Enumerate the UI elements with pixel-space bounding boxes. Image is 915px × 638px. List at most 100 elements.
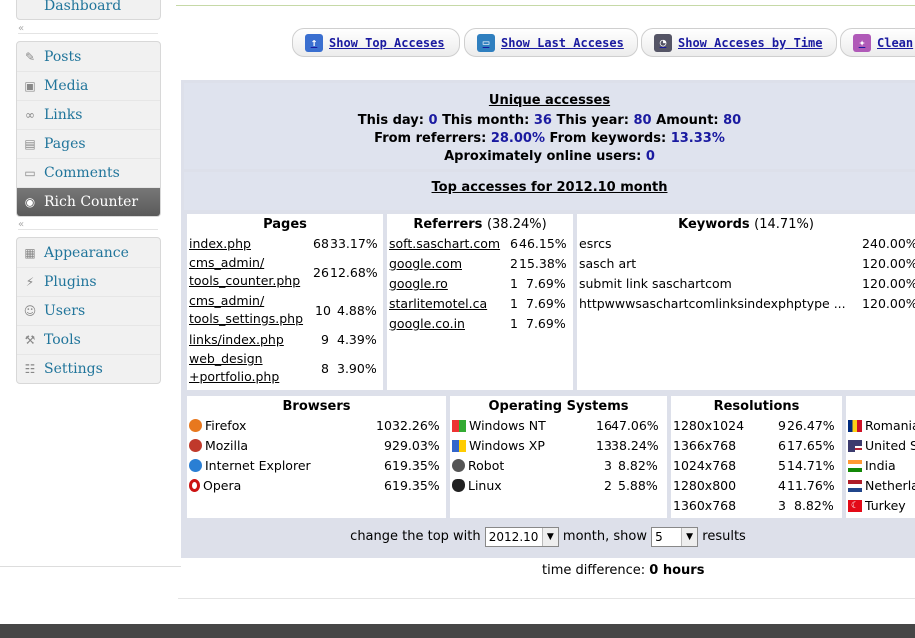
- clean-button[interactable]: ✦ Clean: [840, 28, 915, 57]
- table-row: web_design +portfolio.php 8 3.90%: [189, 351, 377, 384]
- sidebar-item-plugins[interactable]: ⚡ Plugins: [17, 267, 160, 296]
- collapse-arrow-icon[interactable]: «: [18, 220, 158, 230]
- sidebar-item-settings[interactable]: ☷ Settings: [17, 354, 160, 383]
- footer-bar: [0, 624, 915, 638]
- show-acceses-by-time-button[interactable]: ◔ Show Acceses by Time: [641, 28, 837, 57]
- monitor-icon: ▭: [477, 33, 495, 52]
- sidebar-item-dashboard[interactable]: Dashboard: [17, 0, 160, 19]
- windows-icon: [452, 419, 466, 432]
- india-flag: [848, 459, 862, 472]
- referrer-link[interactable]: google.co.in: [389, 316, 465, 331]
- sidebar-item-users[interactable]: ☺ Users: [17, 296, 160, 325]
- netherlands-flag: [848, 479, 862, 492]
- page-link[interactable]: web_design +portfolio.php: [189, 351, 279, 384]
- pages-table: Pages index.php 68 33.17% cms_admin/tools_…: [187, 214, 383, 390]
- sidebar-item-tools[interactable]: ⚒ Tools: [17, 325, 160, 354]
- windows-icon: [452, 439, 466, 452]
- dashboard-icon: [23, 0, 37, 13]
- content-menu-group: ✎ Posts ▣ Media ∞ Links ▤ Pages ▭ Comments ◉ R…: [16, 41, 161, 217]
- chevron-down-icon: ▼: [541, 527, 558, 546]
- rich-counter-icon: ◉: [24, 195, 36, 209]
- browsers-header: Browsers: [282, 399, 351, 414]
- os-header: Operating Systems: [488, 399, 629, 414]
- plugin-icon: ⚡: [25, 275, 35, 289]
- top-chart-icon: ↑: [305, 33, 323, 52]
- settings-icon: ☷: [24, 362, 36, 376]
- table-row: Windows NT 16 47.06%: [450, 416, 667, 436]
- table-row: Romania: [846, 416, 915, 436]
- unique-accesses-title: Unique accesses: [488, 93, 611, 108]
- opera-icon: [189, 479, 200, 492]
- sidebar-item-links[interactable]: ∞ Links: [17, 100, 160, 129]
- top-divider: [176, 5, 915, 6]
- admin-sidebar: Dashboard « ✎ Posts ▣ Media ∞ Links ▤ Pages …: [0, 0, 170, 566]
- results-count-select[interactable]: 5 ▼: [651, 526, 699, 547]
- firefox-icon: [189, 419, 202, 432]
- table-row: google.com 2 15.38%: [389, 256, 567, 271]
- chevron-down-icon: ▼: [681, 527, 698, 546]
- link-icon: ∞: [25, 108, 35, 122]
- table-row: cms_admin/tools_settings.php 10 4.88%: [189, 293, 377, 326]
- comment-icon: ▭: [24, 166, 36, 180]
- divider: [178, 598, 915, 599]
- ie-icon: [189, 459, 202, 472]
- table-row: Mozilla 9 29.03%: [187, 436, 446, 456]
- sidebar-item-media[interactable]: ▣ Media: [17, 71, 160, 100]
- statistics-panel: Unique accesses This day: 0 This month: …: [181, 80, 915, 558]
- sidebar-item-appearance[interactable]: ▦ Appearance: [17, 238, 160, 267]
- resolutions-header: Resolutions: [713, 399, 800, 414]
- sidebar-item-pages[interactable]: ▤ Pages: [17, 129, 160, 158]
- table-row: Windows XP 13 38.24%: [450, 436, 667, 456]
- linux-icon: [452, 479, 465, 492]
- unique-accesses-section: Unique accesses This day: 0 This month: …: [184, 83, 915, 169]
- referrer-link[interactable]: starlitemotel.ca: [389, 296, 487, 311]
- table-row: Firefox 10 32.26%: [187, 416, 446, 436]
- table-row: Opera 6 19.35%: [187, 476, 446, 496]
- table-row: Internet Explorer 6 19.35%: [187, 456, 446, 476]
- table-row: index.php 68 33.17%: [189, 236, 378, 251]
- online-users-line: Aproximately online users: 0: [444, 149, 655, 164]
- referrer-link[interactable]: soft.saschart.com: [389, 236, 500, 251]
- table-row: httpwwwsaschartcomlinksindexphptype ... 1…: [579, 296, 915, 311]
- keywords-table: Keywords (14.71%) esrcs 2 40.00% sasch art…: [577, 214, 915, 390]
- time-difference: time difference: 0 hours: [542, 563, 705, 578]
- table-row: 1024x768 5 14.71%: [673, 458, 835, 473]
- collapse-arrow-icon[interactable]: «: [18, 24, 158, 34]
- month-select[interactable]: 2012.10 ▼: [484, 526, 559, 547]
- page-link[interactable]: cms_admin/tools_settings.php: [189, 293, 303, 326]
- show-top-acceses-button[interactable]: ↑ Show Top Acceses: [292, 28, 460, 57]
- os-table: Operating Systems Windows NT 16 47.06% Win…: [450, 396, 667, 518]
- table-row: United S: [846, 436, 915, 456]
- sidebar-item-comments[interactable]: ▭ Comments: [17, 158, 160, 187]
- referrer-link[interactable]: google.ro: [389, 276, 448, 291]
- table-row: soft.saschart.com 6 46.15%: [389, 236, 567, 251]
- sidebar-item-posts[interactable]: ✎ Posts: [17, 42, 160, 71]
- pages-header: Pages: [263, 217, 307, 232]
- divider: [0, 566, 181, 567]
- sidebar-item-rich-counter[interactable]: ◉ Rich Counter: [17, 187, 160, 216]
- tools-icon: ⚒: [24, 333, 36, 347]
- referrers-table: Referrers (38.24%) soft.saschart.com 6 46.…: [387, 214, 573, 390]
- table-row: 1280x800 4 11.76%: [673, 478, 835, 493]
- referrers-header: Referrers (38.24%): [413, 217, 547, 232]
- pin-icon: ✎: [24, 49, 36, 64]
- usa-flag: [848, 439, 862, 452]
- media-icon: ▣: [24, 79, 36, 93]
- table-row: google.co.in 1 7.69%: [389, 316, 566, 331]
- page-link[interactable]: cms_admin/tools_counter.php: [189, 255, 300, 288]
- magnifier-icon: ◔: [654, 33, 672, 52]
- resolutions-table: Resolutions 1280x1024 9 26.47% 1366x768 6 17…: [671, 396, 842, 518]
- table-row: links/index.php 9 4.39%: [189, 332, 377, 347]
- table-row: submit link saschartcom 1 20.00%: [579, 276, 915, 291]
- table-row: Robot 3 8.82%: [450, 456, 667, 476]
- robot-icon: [452, 459, 465, 472]
- show-last-acceses-button[interactable]: ▭ Show Last Acceses: [464, 28, 638, 57]
- mozilla-icon: [189, 439, 202, 452]
- table-row: sasch art 1 20.00%: [579, 256, 915, 271]
- settings-menu-group: ▦ Appearance ⚡ Plugins ☺ Users ⚒ Tools ☷ Sett…: [16, 237, 161, 384]
- page-link[interactable]: index.php: [189, 236, 251, 251]
- table-row: 1366x768 6 17.65%: [673, 438, 835, 453]
- page-link[interactable]: links/index.php: [189, 332, 284, 347]
- table-row: starlitemotel.ca 1 7.69%: [389, 296, 566, 311]
- referrer-link[interactable]: google.com: [389, 256, 462, 271]
